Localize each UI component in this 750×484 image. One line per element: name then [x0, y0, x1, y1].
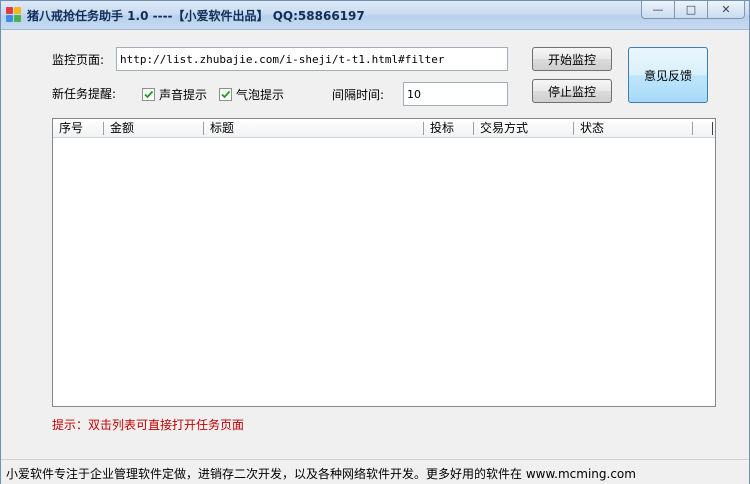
column-header-amount[interactable]: 金额	[104, 119, 203, 137]
close-button[interactable]: ✕	[707, 1, 745, 19]
column-header-index[interactable]: 序号	[53, 119, 103, 137]
bubble-alert-check-icon[interactable]	[219, 88, 232, 101]
stop-monitor-button[interactable]: 停止监控	[532, 79, 612, 103]
minimize-button[interactable]: —	[641, 1, 675, 19]
interval-input[interactable]	[403, 82, 508, 106]
sound-alert-label: 声音提示	[159, 88, 208, 102]
column-header-trade-type[interactable]: 交易方式	[474, 119, 573, 137]
sound-alert-checkbox[interactable]: 声音提示	[142, 86, 207, 103]
title-bar[interactable]: 猪八戒抢任务助手 1.0 ----【小爱软件出品】 QQ:58866197 — …	[1, 1, 749, 30]
hint-text: 提示：双击列表可直接打开任务页面	[52, 418, 245, 432]
column-header-bids[interactable]: 投标	[424, 119, 473, 137]
app-logo-icon	[6, 7, 22, 23]
status-bar: 小爱软件专注于企业管理软件定做，进销存二次开发，以及各种网络软件开发。更多好用的…	[1, 459, 749, 484]
sound-alert-check-icon[interactable]	[142, 88, 155, 101]
column-divider[interactable]	[712, 122, 713, 135]
status-text: 小爱软件专注于企业管理软件定做，进销存二次开发，以及各种网络软件开发。更多好用的…	[6, 467, 636, 481]
monitor-page-label: 监控页面:	[52, 53, 105, 67]
task-list[interactable]: 序号 金额 标题 投标 交易方式 状态	[52, 118, 716, 407]
maximize-icon: □	[685, 3, 697, 16]
monitor-url-input[interactable]	[116, 47, 508, 71]
interval-label: 间隔时间:	[332, 88, 385, 102]
start-monitor-button[interactable]: 开始监控	[532, 47, 612, 71]
column-header-status[interactable]: 状态	[574, 119, 692, 137]
close-icon: ✕	[721, 3, 731, 16]
bubble-alert-checkbox[interactable]: 气泡提示	[219, 86, 284, 103]
new-task-reminder-label: 新任务提醒:	[52, 87, 117, 101]
maximize-button[interactable]: □	[674, 1, 708, 19]
task-list-header: 序号 金额 标题 投标 交易方式 状态	[53, 119, 715, 138]
column-divider[interactable]	[692, 122, 693, 135]
minimize-icon: —	[652, 3, 664, 16]
column-header-title[interactable]: 标题	[204, 119, 423, 137]
window-title: 猪八戒抢任务助手 1.0 ----【小爱软件出品】 QQ:58866197	[27, 9, 365, 23]
feedback-button[interactable]: 意见反馈	[628, 47, 708, 103]
app-window: 猪八戒抢任务助手 1.0 ----【小爱软件出品】 QQ:58866197 — …	[0, 0, 750, 484]
bubble-alert-label: 气泡提示	[236, 88, 285, 102]
